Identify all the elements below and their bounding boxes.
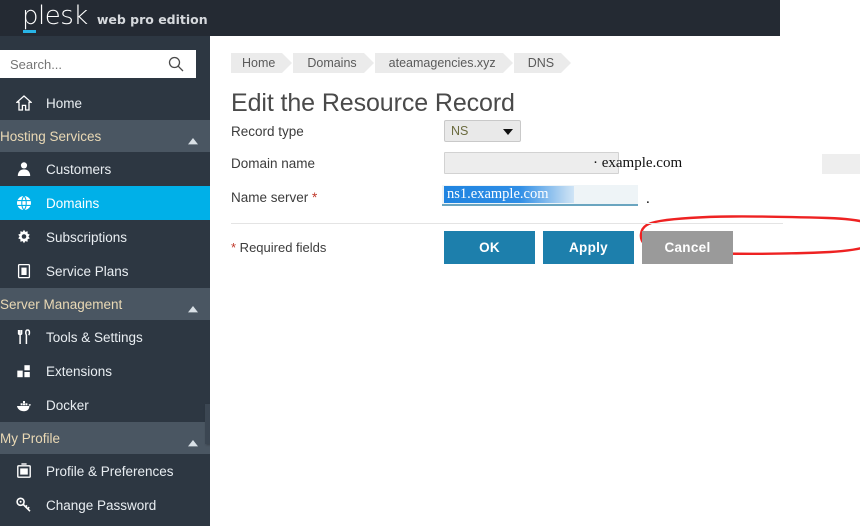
breadcrumb-item-dns[interactable]: DNS xyxy=(513,53,572,73)
form-row-domain-name: Domain name · example.com xyxy=(210,146,860,180)
search-input[interactable] xyxy=(10,56,160,72)
name-server-value: ns1.example.com xyxy=(447,186,549,202)
sidebar-item-label: Domains xyxy=(46,195,100,211)
breadcrumb-item-home[interactable]: Home xyxy=(231,53,293,73)
logo-edition-label: web pro edition xyxy=(96,12,208,27)
globe-icon xyxy=(13,193,35,213)
sidebar-item-label: Tools & Settings xyxy=(46,329,143,345)
name-server-text-selection: ns1.example.com xyxy=(444,186,574,203)
app-header: plesk web pro edition xyxy=(0,0,780,36)
domain-suffix-backdrop xyxy=(822,154,860,174)
sidebar-nav: Home Hosting Services Customers Domains Subs… xyxy=(0,86,210,522)
chevron-up-icon xyxy=(188,301,198,316)
sidebar-item-domains[interactable]: Domains xyxy=(0,186,210,220)
search-box[interactable] xyxy=(0,50,196,78)
home-icon xyxy=(13,93,35,113)
breadcrumb-item-ateamagencies-xyz[interactable]: ateamagencies.xyz xyxy=(374,53,513,73)
sidebar-item-customers[interactable]: Customers xyxy=(0,152,210,186)
name-server-trailing-dot: . xyxy=(646,191,650,207)
sidebar-item-label: Docker xyxy=(46,397,89,413)
sidebar-section-label: My Profile xyxy=(0,430,61,446)
required-marker: * xyxy=(312,189,318,205)
form-divider xyxy=(231,223,783,224)
sidebar-item-label: Extensions xyxy=(46,363,113,379)
name-server-label: Name server * xyxy=(231,190,317,205)
clipboard-icon xyxy=(13,261,35,281)
sidebar-item-label: Customers xyxy=(46,161,112,177)
sidebar-item-label: Home xyxy=(46,95,83,111)
sidebar-section-label: Hosting Services xyxy=(0,128,102,144)
ok-button[interactable]: OK xyxy=(444,231,535,264)
domain-name-suffix: · example.com xyxy=(593,154,683,171)
sidebar-item-subscriptions[interactable]: Subscriptions xyxy=(0,220,210,254)
required-fields-note: * Required fields xyxy=(231,240,326,255)
gear-icon xyxy=(13,227,35,247)
sidebar-item-home[interactable]: Home xyxy=(0,86,210,120)
sidebar-section-label: Server Management xyxy=(0,296,123,312)
form-button-row: OK Apply Cancel xyxy=(444,231,733,264)
main-content: Home Domains ateamagencies.xyz DNS Edit the… xyxy=(210,36,860,526)
chevron-up-icon xyxy=(188,435,198,450)
sidebar: Home Hosting Services Customers Domains Subs… xyxy=(0,36,221,526)
page-title: Edit the Resource Record xyxy=(231,88,515,117)
record-type-field[interactable]: NS xyxy=(444,120,521,142)
record-type-label: Record type xyxy=(231,123,304,139)
logo-wordmark: plesk xyxy=(22,1,88,31)
key-icon xyxy=(13,495,35,515)
sidebar-item-label: Profile & Preferences xyxy=(46,463,174,479)
search-icon[interactable] xyxy=(168,56,184,72)
sidebar-item-extensions[interactable]: Extensions xyxy=(0,354,210,388)
logo-accent-underline xyxy=(23,30,36,33)
sidebar-item-profile-and-preferences[interactable]: Profile & Preferences xyxy=(0,454,210,488)
plesk-logo[interactable]: plesk web pro edition xyxy=(22,1,208,33)
sidebar-item-change-password[interactable]: Change Password xyxy=(0,488,210,522)
chevron-down-icon xyxy=(503,129,513,135)
required-note-text: Required fields xyxy=(236,240,327,255)
breadcrumb-item-domains[interactable]: Domains xyxy=(293,53,375,73)
breadcrumb: Home Domains ateamagencies.xyz DNS xyxy=(231,53,572,73)
sidebar-item-label: Change Password xyxy=(46,497,157,513)
sidebar-section-my-profile[interactable]: My Profile xyxy=(0,422,210,454)
sidebar-item-tools-and-settings[interactable]: Tools & Settings xyxy=(0,320,210,354)
form-row-record-type: Record type NS xyxy=(210,116,860,146)
sidebar-section-hosting-services[interactable]: Hosting Services xyxy=(0,120,210,152)
cancel-button[interactable]: Cancel xyxy=(642,231,733,264)
sidebar-item-docker[interactable]: Docker xyxy=(0,388,210,422)
tools-icon xyxy=(13,327,35,347)
sidebar-section-server-management[interactable]: Server Management xyxy=(0,288,210,320)
sidebar-item-label: Subscriptions xyxy=(46,229,128,245)
user-icon xyxy=(13,159,35,179)
sidebar-item-label: Service Plans xyxy=(46,263,129,279)
chevron-up-icon xyxy=(188,133,198,148)
blocks-icon xyxy=(13,361,35,381)
record-type-value: NS xyxy=(451,124,469,138)
docker-whale-icon xyxy=(13,395,35,415)
resource-record-form: Record type NS Domain name · example.com… xyxy=(210,116,860,214)
domain-name-label: Domain name xyxy=(231,155,316,171)
name-server-field[interactable]: ns1.example.com . xyxy=(442,185,650,209)
name-server-label-text: Name server xyxy=(231,189,309,205)
sidebar-item-service-plans[interactable]: Service Plans xyxy=(0,254,210,288)
record-type-select[interactable]: NS xyxy=(444,120,521,142)
form-row-name-server: Name server * ns1.example.com . xyxy=(210,180,860,214)
apply-button[interactable]: Apply xyxy=(543,231,634,264)
profile-card-icon xyxy=(13,461,35,481)
